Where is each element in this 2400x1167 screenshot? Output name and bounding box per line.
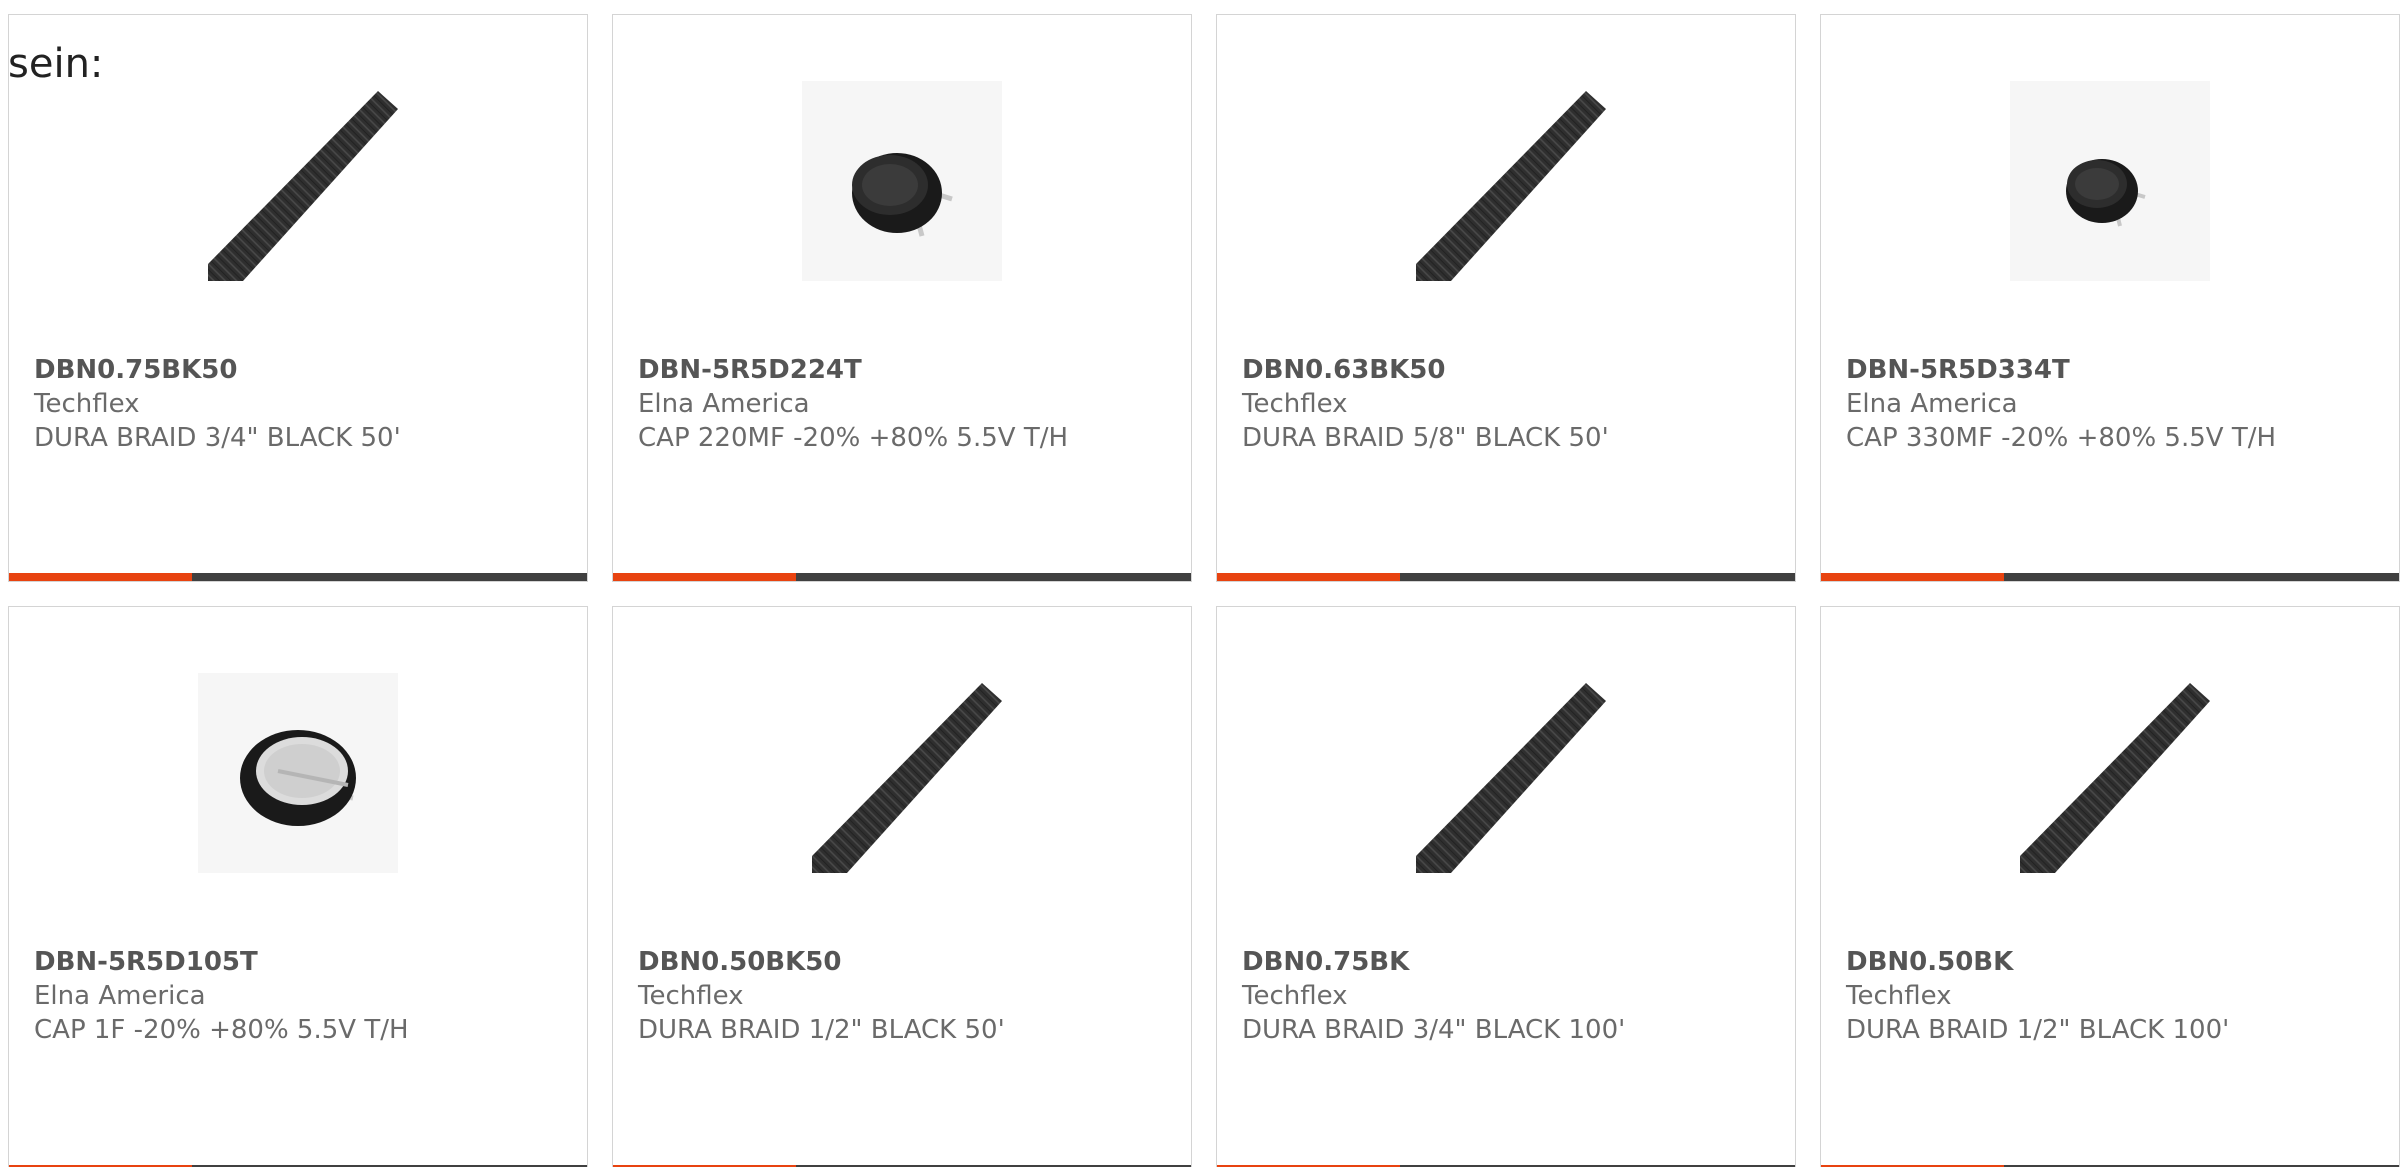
- part-number[interactable]: DBN0.50BK50: [638, 945, 1171, 979]
- manufacturer: Techflex: [638, 981, 744, 1011]
- part-number[interactable]: DBN-5R5D334T: [1846, 353, 2379, 387]
- product-image[interactable]: [198, 673, 398, 873]
- product-info: DBN-5R5D224T Elna America CAP 220MF -20%…: [638, 353, 1171, 455]
- product-description: DURA BRAID 1/2" BLACK 100': [1846, 1015, 2230, 1045]
- product-description: CAP 1F -20% +80% 5.5V T/H: [34, 1015, 409, 1045]
- manufacturer: Elna America: [638, 389, 810, 419]
- product-image[interactable]: [2010, 673, 2210, 873]
- product-image[interactable]: [1406, 81, 1606, 281]
- product-card[interactable]: DBN-5R5D224T Elna America CAP 220MF -20%…: [612, 14, 1192, 582]
- coin-capacitor-icon: [2010, 81, 2210, 281]
- product-card[interactable]: DBN0.50BK50 Techflex DURA BRAID 1/2" BLA…: [612, 606, 1192, 1167]
- braided-sleeving-icon: [1416, 91, 1606, 281]
- manufacturer: Elna America: [1846, 389, 2018, 419]
- part-number[interactable]: DBN0.50BK: [1846, 945, 2379, 979]
- product-image[interactable]: [198, 81, 398, 281]
- braided-sleeving-icon: [812, 683, 1002, 873]
- card-footer-accent: [1821, 573, 2004, 581]
- product-description: DURA BRAID 3/4" BLACK 50': [34, 423, 401, 453]
- part-number[interactable]: DBN0.75BK50: [34, 353, 567, 387]
- product-card[interactable]: DBN0.75BK50 Techflex DURA BRAID 3/4" BLA…: [8, 14, 588, 582]
- card-footer-bar: [613, 573, 1191, 581]
- product-card[interactable]: DBN-5R5D105T Elna America CAP 1F -20% +8…: [8, 606, 588, 1167]
- manufacturer: Techflex: [1242, 389, 1348, 419]
- product-image[interactable]: [1406, 673, 1606, 873]
- part-number[interactable]: DBN-5R5D105T: [34, 945, 567, 979]
- card-footer-bar: [1821, 573, 2399, 581]
- product-grid: DBN0.75BK50 Techflex DURA BRAID 3/4" BLA…: [8, 14, 2400, 1167]
- product-description: DURA BRAID 1/2" BLACK 50': [638, 1015, 1005, 1045]
- product-info: DBN0.50BK50 Techflex DURA BRAID 1/2" BLA…: [638, 945, 1171, 1047]
- product-card[interactable]: DBN0.50BK Techflex DURA BRAID 1/2" BLACK…: [1820, 606, 2400, 1167]
- product-info: DBN0.63BK50 Techflex DURA BRAID 5/8" BLA…: [1242, 353, 1775, 455]
- card-footer-accent: [9, 573, 192, 581]
- product-description: CAP 330MF -20% +80% 5.5V T/H: [1846, 423, 2277, 453]
- product-image[interactable]: [802, 81, 1002, 281]
- card-footer-accent: [1217, 573, 1400, 581]
- intro-text: sein:: [8, 41, 104, 87]
- page: sein: DBN0.75BK50 Techflex DURA BRAID 3/…: [0, 0, 2400, 1167]
- card-footer-accent: [613, 573, 796, 581]
- product-card[interactable]: DBN0.63BK50 Techflex DURA BRAID 5/8" BLA…: [1216, 14, 1796, 582]
- part-number[interactable]: DBN-5R5D224T: [638, 353, 1171, 387]
- manufacturer: Elna America: [34, 981, 206, 1011]
- product-info: DBN-5R5D334T Elna America CAP 330MF -20%…: [1846, 353, 2379, 455]
- braided-sleeving-icon: [208, 91, 398, 281]
- product-info: DBN-5R5D105T Elna America CAP 1F -20% +8…: [34, 945, 567, 1047]
- product-info: DBN0.75BK Techflex DURA BRAID 3/4" BLACK…: [1242, 945, 1775, 1047]
- product-info: DBN0.75BK50 Techflex DURA BRAID 3/4" BLA…: [34, 353, 567, 455]
- product-description: DURA BRAID 3/4" BLACK 100': [1242, 1015, 1626, 1045]
- braided-sleeving-icon: [1416, 683, 1606, 873]
- product-image[interactable]: [2010, 81, 2210, 281]
- card-footer-bar: [1217, 573, 1795, 581]
- part-number[interactable]: DBN0.63BK50: [1242, 353, 1775, 387]
- product-description: CAP 220MF -20% +80% 5.5V T/H: [638, 423, 1069, 453]
- product-card[interactable]: DBN-5R5D334T Elna America CAP 330MF -20%…: [1820, 14, 2400, 582]
- product-card[interactable]: DBN0.75BK Techflex DURA BRAID 3/4" BLACK…: [1216, 606, 1796, 1167]
- product-info: DBN0.50BK Techflex DURA BRAID 1/2" BLACK…: [1846, 945, 2379, 1047]
- product-description: DURA BRAID 5/8" BLACK 50': [1242, 423, 1609, 453]
- product-image[interactable]: [802, 673, 1002, 873]
- coin-capacitor-icon: [802, 81, 1002, 281]
- coin-capacitor-icon: [198, 673, 398, 873]
- card-footer-bar: [9, 573, 587, 581]
- manufacturer: Techflex: [34, 389, 140, 419]
- manufacturer: Techflex: [1846, 981, 1952, 1011]
- part-number[interactable]: DBN0.75BK: [1242, 945, 1775, 979]
- braided-sleeving-icon: [2020, 683, 2210, 873]
- manufacturer: Techflex: [1242, 981, 1348, 1011]
